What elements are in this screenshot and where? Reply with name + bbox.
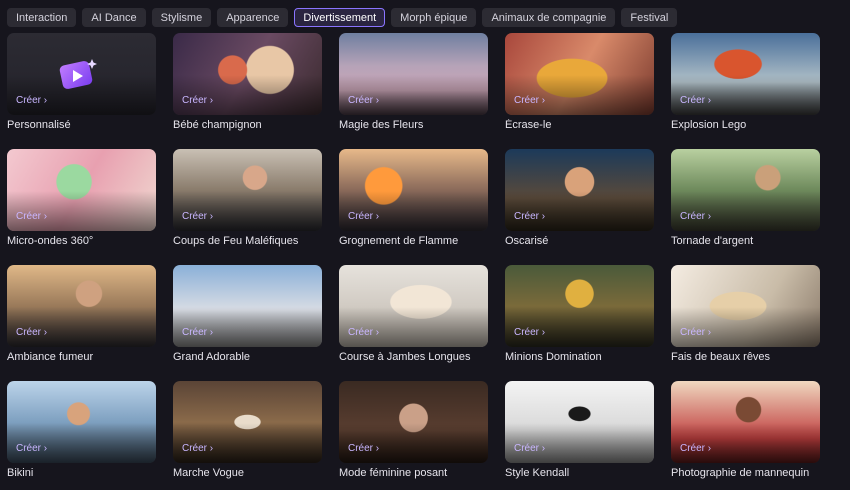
create-link[interactable]: Créer › [348,95,379,106]
effect-title: Grand Adorable [173,351,251,363]
effect-thumbnail[interactable]: Créer › [505,33,654,115]
effect-title: Oscarisé [505,235,549,247]
create-link[interactable]: Créer › [680,443,711,454]
tab-interaction[interactable]: Interaction [7,8,77,27]
effect-card-mode-feminine-posant[interactable]: Créer › Mode féminine posant [339,381,488,490]
effect-thumbnail[interactable]: Créer › [339,149,488,231]
effect-card-magie-des-fleurs[interactable]: Créer › Magie des Fleurs [339,33,488,149]
effect-title: Ambiance fumeur [7,351,94,363]
effect-thumbnail[interactable]: Créer › [505,265,654,347]
effects-grid: Créer › Personnalisé Créer › Bébé champi… [7,33,837,490]
effect-title: Marche Vogue [173,467,244,479]
effect-thumbnail[interactable]: Créer › [505,381,654,463]
create-link[interactable]: Créer › [514,95,545,106]
effect-card-fais-de-beaux-reves[interactable]: Créer › Fais de beaux rêves [671,265,820,381]
effect-title: Grognement de Flamme [339,235,459,247]
create-link[interactable]: Créer › [16,443,47,454]
effect-card-micro-ondes[interactable]: Créer › Micro-ondes 360° [7,149,156,265]
effect-card-ecrase-le[interactable]: Créer › Écrase-le [505,33,654,149]
effect-title: Course à Jambes Longues [339,351,471,363]
effect-card-coups-de-feu[interactable]: Créer › Coups de Feu Maléfiques [173,149,322,265]
tab-ai-dance[interactable]: AI Dance [82,8,146,27]
effect-title: Mode féminine posant [339,467,448,479]
create-link[interactable]: Créer › [348,443,379,454]
effect-card-photographie-de-mannequin[interactable]: Créer › Photographie de mannequin [671,381,820,490]
effect-thumbnail[interactable]: Créer › [7,33,156,115]
effect-card-personnalise[interactable]: Créer › Personnalisé [7,33,156,149]
effect-title: Photographie de mannequin [671,467,810,479]
effect-title: Tornade d'argent [671,235,754,247]
effect-title: Magie des Fleurs [339,119,424,131]
effect-title: Personnalisé [7,119,71,131]
effect-card-ambiance-fumeur[interactable]: Créer › Ambiance fumeur [7,265,156,381]
create-link[interactable]: Créer › [16,95,47,106]
tab-animaux-de-compagnie[interactable]: Animaux de compagnie [482,8,616,27]
effect-thumbnail[interactable]: Créer › [173,265,322,347]
effect-thumbnail[interactable]: Créer › [339,265,488,347]
effect-card-course-a-jambes-longues[interactable]: Créer › Course à Jambes Longues [339,265,488,381]
effect-card-bikini[interactable]: Créer › Bikini [7,381,156,490]
effect-card-bebe-champignon[interactable]: Créer › Bébé champignon [173,33,322,149]
effect-thumbnail[interactable]: Créer › [173,149,322,231]
effect-card-style-kendall[interactable]: Créer › Style Kendall [505,381,654,490]
video-magic-icon [59,59,97,89]
effect-thumbnail[interactable]: Créer › [671,149,820,231]
create-link[interactable]: Créer › [182,443,213,454]
create-link[interactable]: Créer › [680,95,711,106]
create-link[interactable]: Créer › [182,95,213,106]
effect-title: Style Kendall [505,467,570,479]
effect-thumbnail[interactable]: Créer › [339,33,488,115]
effect-title: Bébé champignon [173,119,262,131]
create-link[interactable]: Créer › [182,211,213,222]
effect-title: Bikini [7,467,34,479]
category-tabs: Interaction AI Dance Stylisme Apparence … [7,8,678,27]
tab-stylisme[interactable]: Stylisme [151,8,212,27]
create-link[interactable]: Créer › [348,211,379,222]
effect-thumbnail[interactable]: Créer › [173,33,322,115]
create-link[interactable]: Créer › [514,327,545,338]
effect-thumbnail[interactable]: Créer › [7,381,156,463]
tab-divertissement[interactable]: Divertissement [294,8,386,27]
effect-title: Explosion Lego [671,119,747,131]
effect-thumbnail[interactable]: Créer › [339,381,488,463]
effect-card-tornade-d-argent[interactable]: Créer › Tornade d'argent [671,149,820,265]
create-link[interactable]: Créer › [16,327,47,338]
effect-card-marche-vogue[interactable]: Créer › Marche Vogue [173,381,322,490]
effect-title: Micro-ondes 360° [7,235,94,247]
effect-thumbnail[interactable]: Créer › [671,33,820,115]
create-link[interactable]: Créer › [514,443,545,454]
create-link[interactable]: Créer › [348,327,379,338]
effect-card-oscarise[interactable]: Créer › Oscarisé [505,149,654,265]
effect-title: Coups de Feu Maléfiques [173,235,299,247]
create-link[interactable]: Créer › [16,211,47,222]
effect-card-explosion-lego[interactable]: Créer › Explosion Lego [671,33,820,149]
tab-apparence[interactable]: Apparence [217,8,289,27]
effect-title: Fais de beaux rêves [671,351,771,363]
effect-thumbnail[interactable]: Créer › [7,265,156,347]
tab-morph-epique[interactable]: Morph épique [391,8,477,27]
create-link[interactable]: Créer › [680,211,711,222]
create-link[interactable]: Créer › [680,327,711,338]
effect-thumbnail[interactable]: Créer › [7,149,156,231]
tab-festival[interactable]: Festival [621,8,678,27]
effect-title: Écrase-le [505,119,552,131]
effect-card-grand-adorable[interactable]: Créer › Grand Adorable [173,265,322,381]
effect-thumbnail[interactable]: Créer › [173,381,322,463]
effect-card-grognement-de-flamme[interactable]: Créer › Grognement de Flamme [339,149,488,265]
create-link[interactable]: Créer › [514,211,545,222]
create-link[interactable]: Créer › [182,327,213,338]
effect-thumbnail[interactable]: Créer › [671,265,820,347]
effect-title: Minions Domination [505,351,602,363]
effect-thumbnail[interactable]: Créer › [671,381,820,463]
effect-thumbnail[interactable]: Créer › [505,149,654,231]
effect-card-minions-domination[interactable]: Créer › Minions Domination [505,265,654,381]
